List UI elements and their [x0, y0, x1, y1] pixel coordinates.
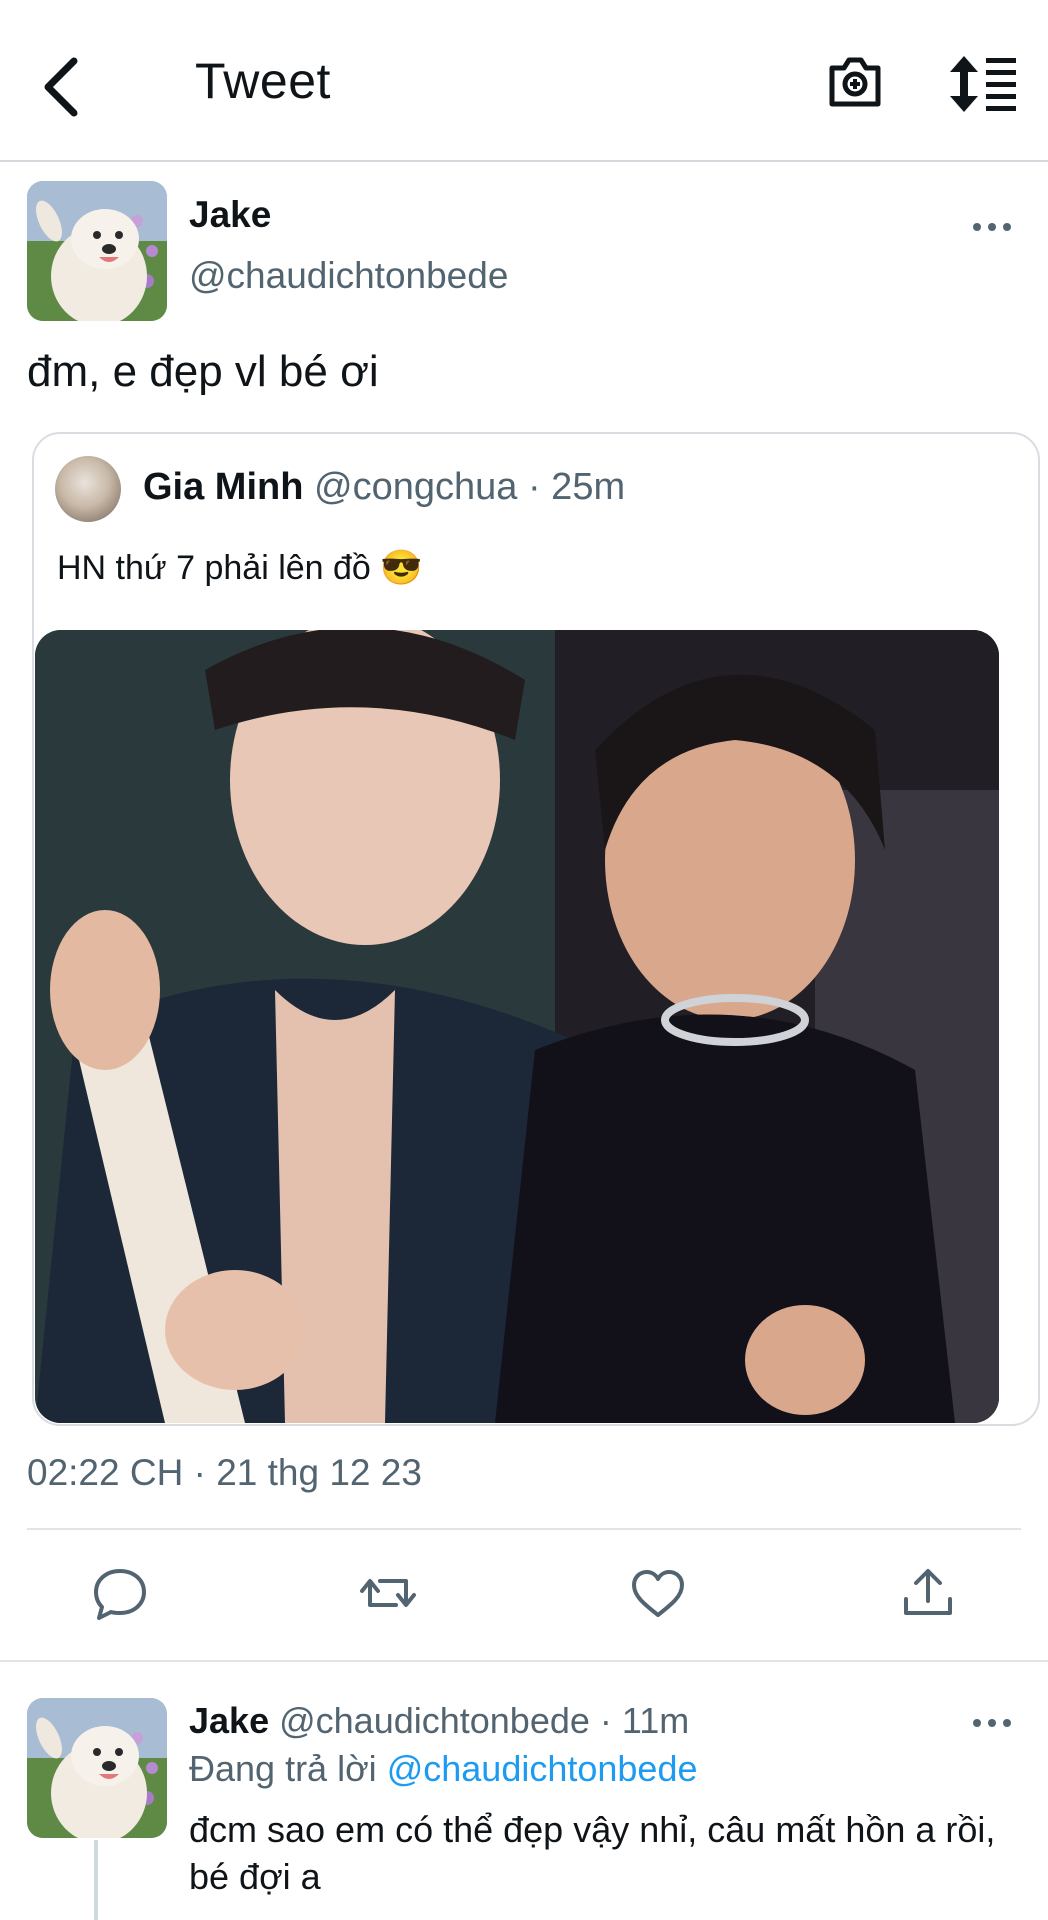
quote-photo[interactable] — [35, 630, 999, 1423]
more-icon[interactable] — [972, 222, 1012, 232]
thread-line — [94, 1840, 98, 1920]
tweet-text: đm, e đẹp vl bé ơi — [27, 347, 379, 396]
reply-avatar[interactable] — [27, 1698, 167, 1838]
dog-avatar-image — [27, 1698, 167, 1838]
avatar[interactable] — [27, 181, 167, 321]
replying-to-link[interactable]: @chaudichtonbede — [387, 1748, 698, 1789]
dog-avatar-image — [27, 181, 167, 321]
share-icon[interactable] — [898, 1563, 958, 1623]
retweet-icon[interactable] — [358, 1563, 418, 1623]
tweet-timestamp: 02:22 CH · 21 thg 12 23 — [27, 1452, 422, 1493]
author-name[interactable]: Jake — [189, 194, 271, 236]
divider — [0, 1660, 1048, 1662]
replying-to-label: Đang trả lời — [189, 1748, 377, 1789]
quote-text: HN thứ 7 phải lên đồ 😎 — [57, 549, 423, 587]
app-header: Tweet — [0, 0, 1048, 162]
camera-icon[interactable] — [826, 52, 884, 110]
quote-author-handle[interactable]: @congchua — [314, 466, 517, 508]
divider — [27, 1528, 1021, 1530]
page-title: Tweet — [195, 53, 331, 109]
replying-to: Đang trả lời @chaudichtonbede — [189, 1748, 697, 1790]
reply-author-handle[interactable]: @chaudichtonbede — [279, 1700, 590, 1741]
reply-text: đcm sao em có thể đẹp vậy nhỉ, câu mất h… — [189, 1809, 996, 1897]
quote-header: Gia Minh @congchua · 25m — [143, 466, 625, 509]
more-icon[interactable] — [972, 1718, 1012, 1728]
chevron-left-icon[interactable] — [40, 55, 84, 119]
reply-author-name[interactable]: Jake — [189, 1700, 269, 1741]
quote-author-name[interactable]: Gia Minh — [143, 466, 303, 508]
quote-time: · 25m — [527, 466, 626, 508]
sort-icon[interactable] — [950, 56, 1016, 112]
people-photo — [35, 630, 999, 1423]
reply-header: Jake @chaudichtonbede · 11m — [189, 1700, 689, 1742]
reply-icon[interactable] — [90, 1563, 150, 1623]
author-handle[interactable]: @chaudichtonbede — [189, 255, 508, 297]
reply-time: · 11m — [599, 1700, 690, 1741]
like-icon[interactable] — [628, 1563, 688, 1623]
quote-avatar[interactable] — [55, 456, 121, 522]
